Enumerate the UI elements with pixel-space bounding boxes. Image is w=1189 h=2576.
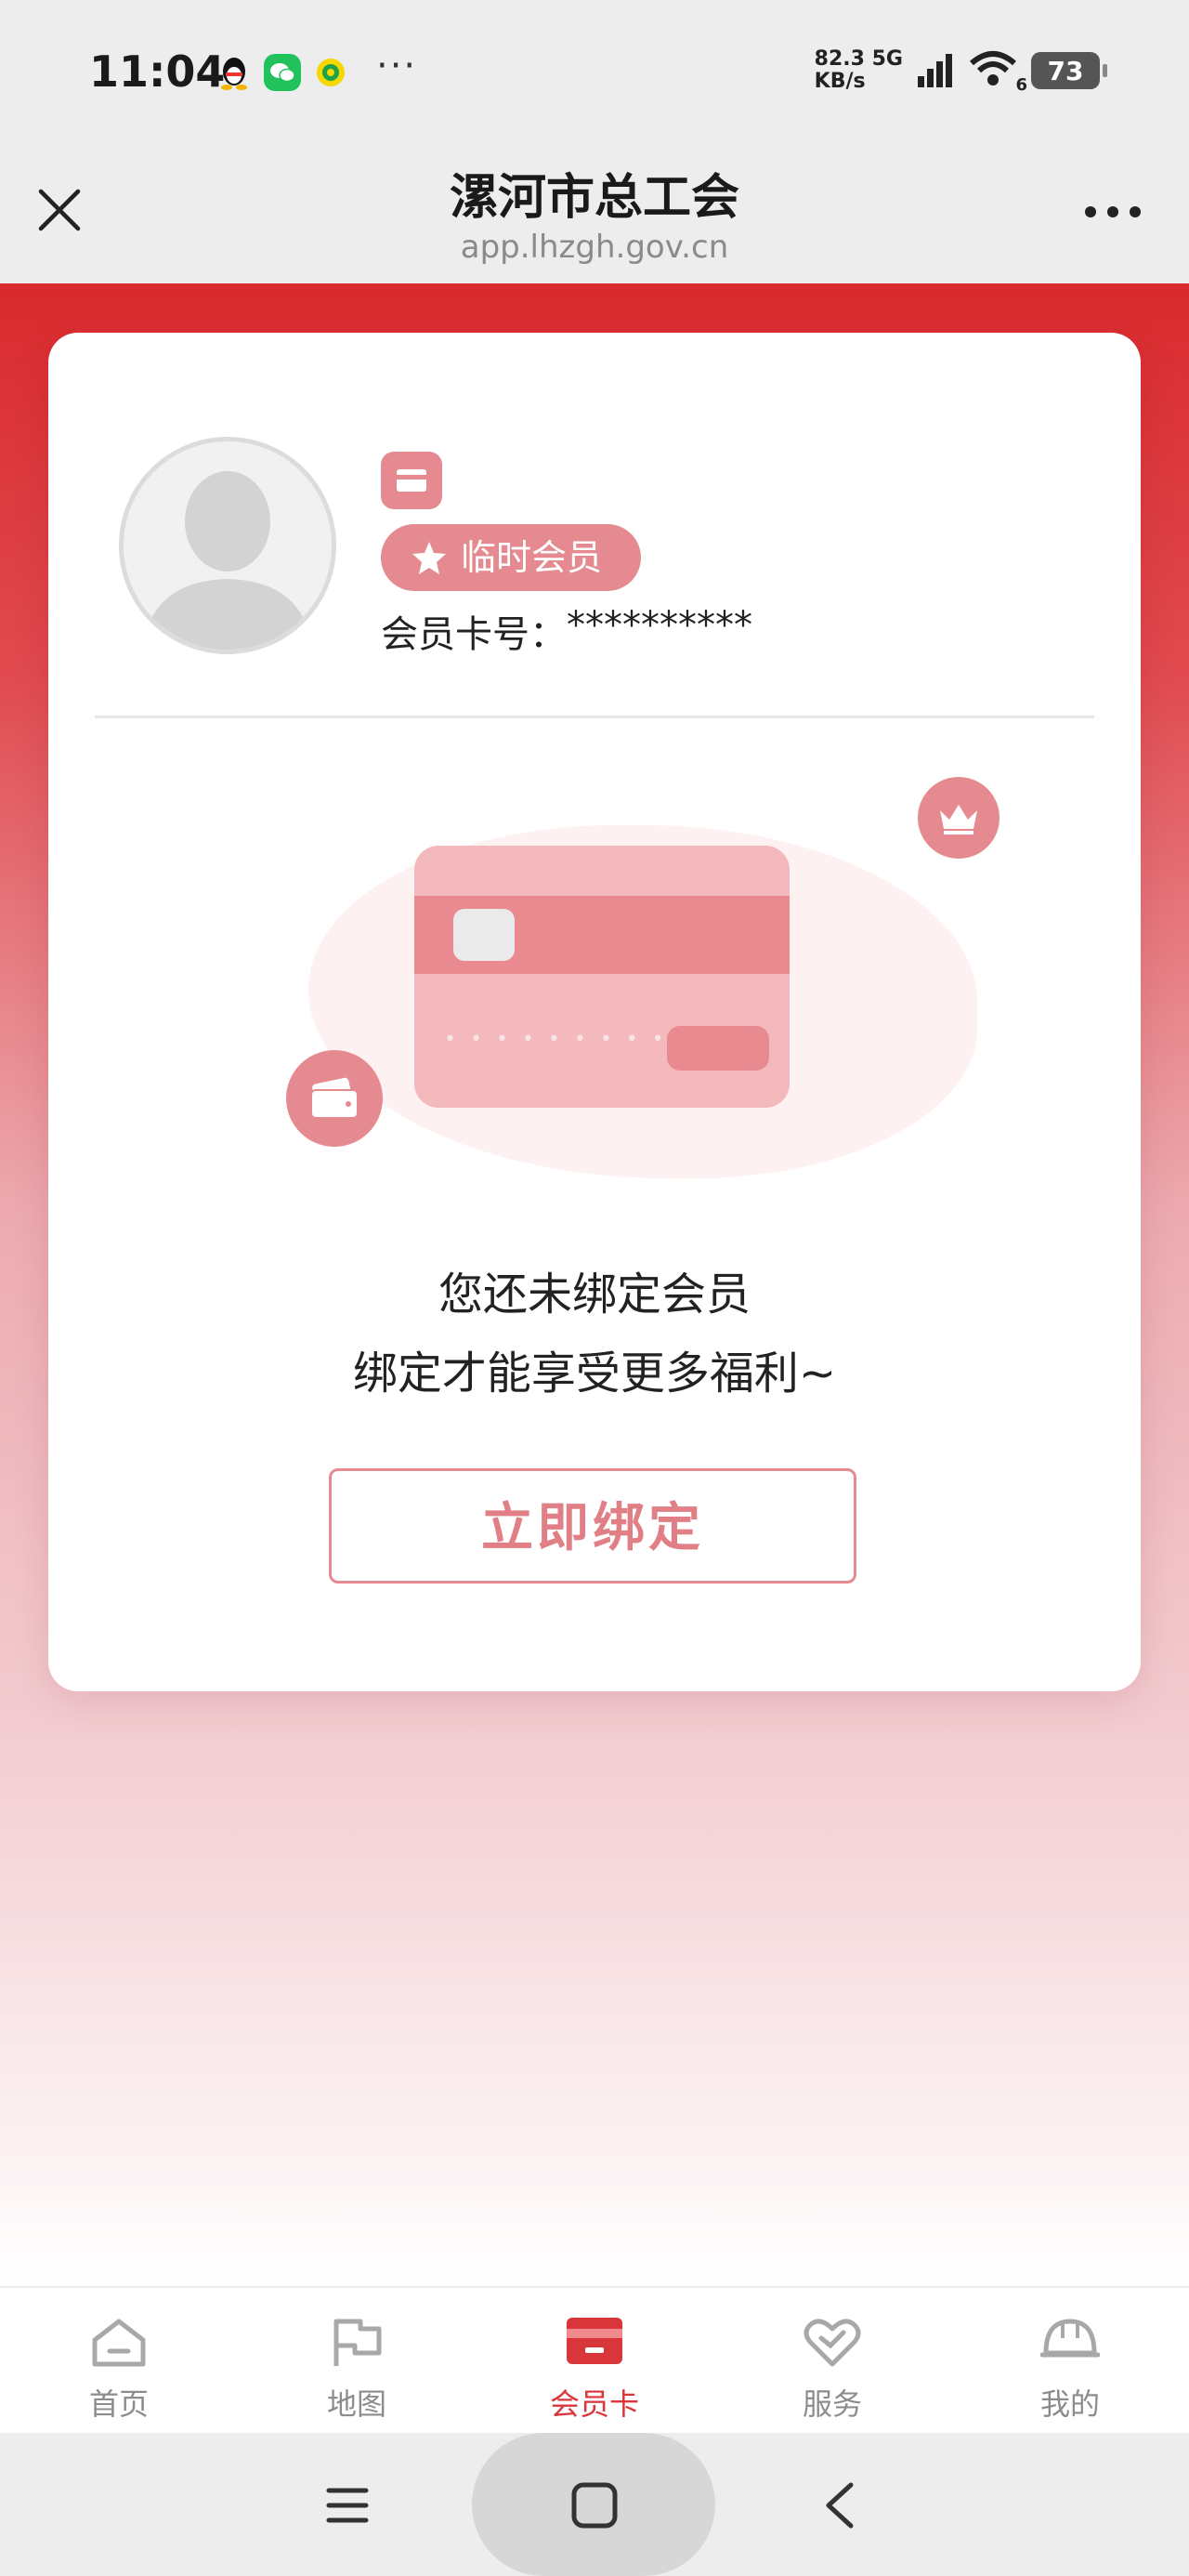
status-time: 11:04 — [89, 46, 226, 97]
status-app-icons — [216, 54, 349, 91]
helmet-icon — [1040, 2319, 1100, 2358]
home-square-icon[interactable] — [570, 2481, 619, 2530]
member-level-badge: 临时会员 — [381, 524, 642, 591]
nav-member-card-label: 会员卡 — [549, 2386, 639, 2422]
qq-icon — [216, 54, 253, 91]
nav-mine[interactable]: 我的 — [951, 2288, 1189, 2435]
crown-icon — [918, 777, 1000, 859]
more-options-icon[interactable] — [1083, 204, 1143, 219]
signal-icon — [918, 54, 952, 87]
member-card-icon — [567, 2318, 622, 2364]
net-speed-value: 82.3 — [814, 47, 865, 71]
member-level-label: 临时会员 — [461, 537, 603, 578]
credit-card-illustration: • • • • • • • • • — [414, 846, 790, 1108]
bind-now-button[interactable]: 立即绑定 — [329, 1468, 856, 1584]
status-more-icon: ··· — [376, 45, 418, 87]
wechat-icon — [264, 54, 301, 91]
battery-icon: 73 — [1031, 52, 1107, 89]
bind-prompt-line2: 绑定才能享受更多福利~ — [352, 1347, 837, 1400]
net-speed-unit: KB/s — [814, 70, 866, 93]
nav-mine-label: 我的 — [1039, 2386, 1100, 2422]
bind-prompt-line1: 您还未绑定会员 — [438, 1268, 751, 1321]
menu-icon[interactable] — [325, 2483, 370, 2528]
nav-home-label: 首页 — [88, 2386, 149, 2422]
nav-service[interactable]: 服务 — [713, 2288, 951, 2435]
member-card-panel: 临时会员 会员卡号： ********** • • • • • • • • • … — [48, 333, 1141, 1691]
card-dots: • • • • • • • • • — [444, 1028, 668, 1051]
wallet-icon — [286, 1050, 383, 1147]
battery-level: 73 — [1047, 55, 1084, 86]
page-url: app.lhzgh.gov.cn — [460, 229, 729, 266]
nav-map[interactable]: 地图 — [238, 2288, 476, 2435]
avatar — [119, 437, 336, 654]
nav-service-label: 服务 — [802, 2386, 862, 2422]
wifi-icon — [970, 51, 1016, 85]
net-speed: 82.3 5G KB/s — [815, 48, 903, 93]
nav-map-label: 地图 — [326, 2386, 386, 2422]
page-title: 漯河市总工会 — [449, 170, 739, 226]
card-number-value: ********** — [567, 604, 752, 647]
heart-service-icon — [804, 2319, 861, 2367]
divider — [95, 716, 1094, 718]
card-chip-icon — [453, 909, 515, 961]
card-type-icon — [381, 452, 442, 509]
user-silhouette-icon — [142, 471, 313, 650]
back-icon[interactable] — [821, 2481, 858, 2530]
nav-home[interactable]: 首页 — [0, 2288, 238, 2435]
map-flag-icon — [333, 2319, 382, 2366]
bind-illustration: • • • • • • • • • — [216, 751, 1033, 1197]
nav-member-card[interactable]: 会员卡 — [476, 2288, 713, 2435]
card-pill — [667, 1026, 769, 1071]
status-indicators: 82.3 5G KB/s 6 73 — [815, 48, 1107, 95]
home-icon — [92, 2319, 146, 2367]
status-bar: 11:04 ··· 82.3 5G KB/s 6 73 — [0, 0, 1189, 149]
wifi-indicator: 6 — [968, 50, 1027, 95]
system-nav-bar — [0, 2433, 1189, 2576]
card-number: 会员卡号： ********** — [381, 604, 752, 658]
bottom-nav: 首页 地图 会员卡 服务 我的 — [0, 2286, 1189, 2435]
card-number-label: 会员卡号： — [381, 613, 567, 656]
network-type: 5G — [871, 47, 903, 71]
music-app-icon — [312, 54, 349, 91]
title-bar: 漯河市总工会 app.lhzgh.gov.cn — [0, 149, 1189, 283]
star-icon — [412, 542, 446, 574]
wifi-level: 6 — [1015, 75, 1027, 95]
